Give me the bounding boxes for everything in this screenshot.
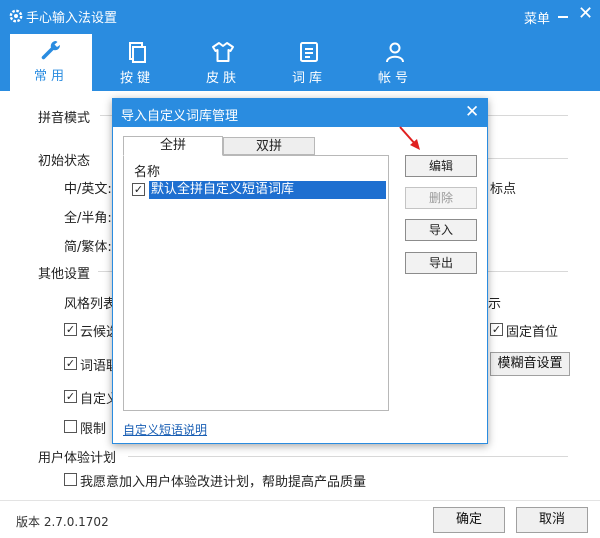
ux-join-label: 我愿意加入用户体验改进计划，帮助提高产品质量 [80,475,367,490]
dialog-title-bar: 导入自定义词库管理 ✕ [113,99,487,127]
section-ux-plan: 用户体验计划 [38,451,117,466]
word-association-checkbox[interactable]: ✓ [64,357,77,370]
keyboard-icon [129,42,146,63]
dictionary-icon [300,42,318,62]
export-button[interactable]: 导出 [405,252,477,274]
tab-label: 按键 [119,71,154,86]
punctuation-label: 标点 [490,182,517,197]
custom-phrase-help-link[interactable]: 自定义短语说明 [123,421,207,438]
tab-account[interactable]: 帐号 [354,36,436,91]
ok-button[interactable]: 确定 [433,507,505,533]
edit-button[interactable]: 编辑 [405,155,477,177]
import-button[interactable]: 导入 [405,219,477,241]
divider [488,158,568,159]
title-bar: 手心输入法设置 菜单 ✕ [0,0,600,32]
divider [100,115,112,116]
close-button[interactable]: ✕ [578,4,593,24]
cloud-candidate-checkbox[interactable]: ✓ [64,323,77,336]
list-item[interactable]: ✓ 默认全拼自定义短语词库 [132,181,388,199]
fixed-first-checkbox[interactable]: ✓ [490,323,503,336]
tab-general[interactable]: 常用 [10,34,92,91]
delete-button[interactable]: 删除 [405,187,477,209]
menu-button[interactable]: 菜单 [524,8,550,27]
shirt-icon [212,42,234,62]
user-icon [386,42,404,63]
tab-keys[interactable]: 按键 [96,36,178,91]
dictionary-list[interactable]: 名称 ✓ 默认全拼自定义短语词库 [123,155,389,411]
dictionary-item-checkbox[interactable]: ✓ [132,183,145,196]
divider [488,271,568,272]
simp-trad-label: 简/繁体: [64,240,112,255]
divider [98,271,112,272]
section-pinyin-mode: 拼音模式 [38,111,91,126]
section-other-settings: 其他设置 [38,267,91,282]
window-title: 手心输入法设置 [26,11,118,26]
dialog-title: 导入自定义词库管理 [121,109,239,124]
full-half-label: 全/半角: [64,211,112,226]
tab-full-pinyin[interactable]: 全拼 [123,136,223,156]
style-list-label: 风格列表 [64,297,117,312]
import-dictionary-dialog: 导入自定义词库管理 ✕ 全拼 双拼 名称 ✓ 默认全拼自定义短语词库 自定义短语… [112,98,488,444]
gear-icon [9,9,23,23]
ux-join-checkbox[interactable] [64,473,77,486]
tab-double-pinyin[interactable]: 双拼 [223,137,315,155]
divider [128,456,568,457]
custom-checkbox[interactable]: ✓ [64,390,77,403]
divider [488,115,568,116]
fixed-first-label: 固定首位 [506,325,559,340]
tab-label: 皮肤 [205,71,240,86]
tab-dictionary[interactable]: 词库 [268,36,350,91]
limit-label: 限制 [80,422,107,437]
tab-skin[interactable]: 皮肤 [182,36,264,91]
minimize-button[interactable] [556,7,570,23]
dialog-close-button[interactable]: ✕ [465,102,479,122]
cn-en-label: 中/英文: [64,182,112,197]
cancel-button[interactable]: 取消 [516,507,588,533]
wrench-icon [41,40,61,60]
tab-label: 常用 [33,69,68,84]
dictionary-item-label: 默认全拼自定义短语词库 [149,181,386,199]
section-initial-state: 初始状态 [38,154,91,169]
fuzzy-sound-button[interactable]: 模糊音设置 [490,352,570,376]
tab-label: 词库 [291,71,326,86]
display-label: 示 [488,297,502,312]
red-arrow-icon [399,126,420,150]
tab-label: 帐号 [377,71,412,86]
version-label: 版本 2.7.0.1702 [16,515,109,529]
column-header-name: 名称 [134,165,161,180]
limit-checkbox[interactable] [64,420,77,433]
